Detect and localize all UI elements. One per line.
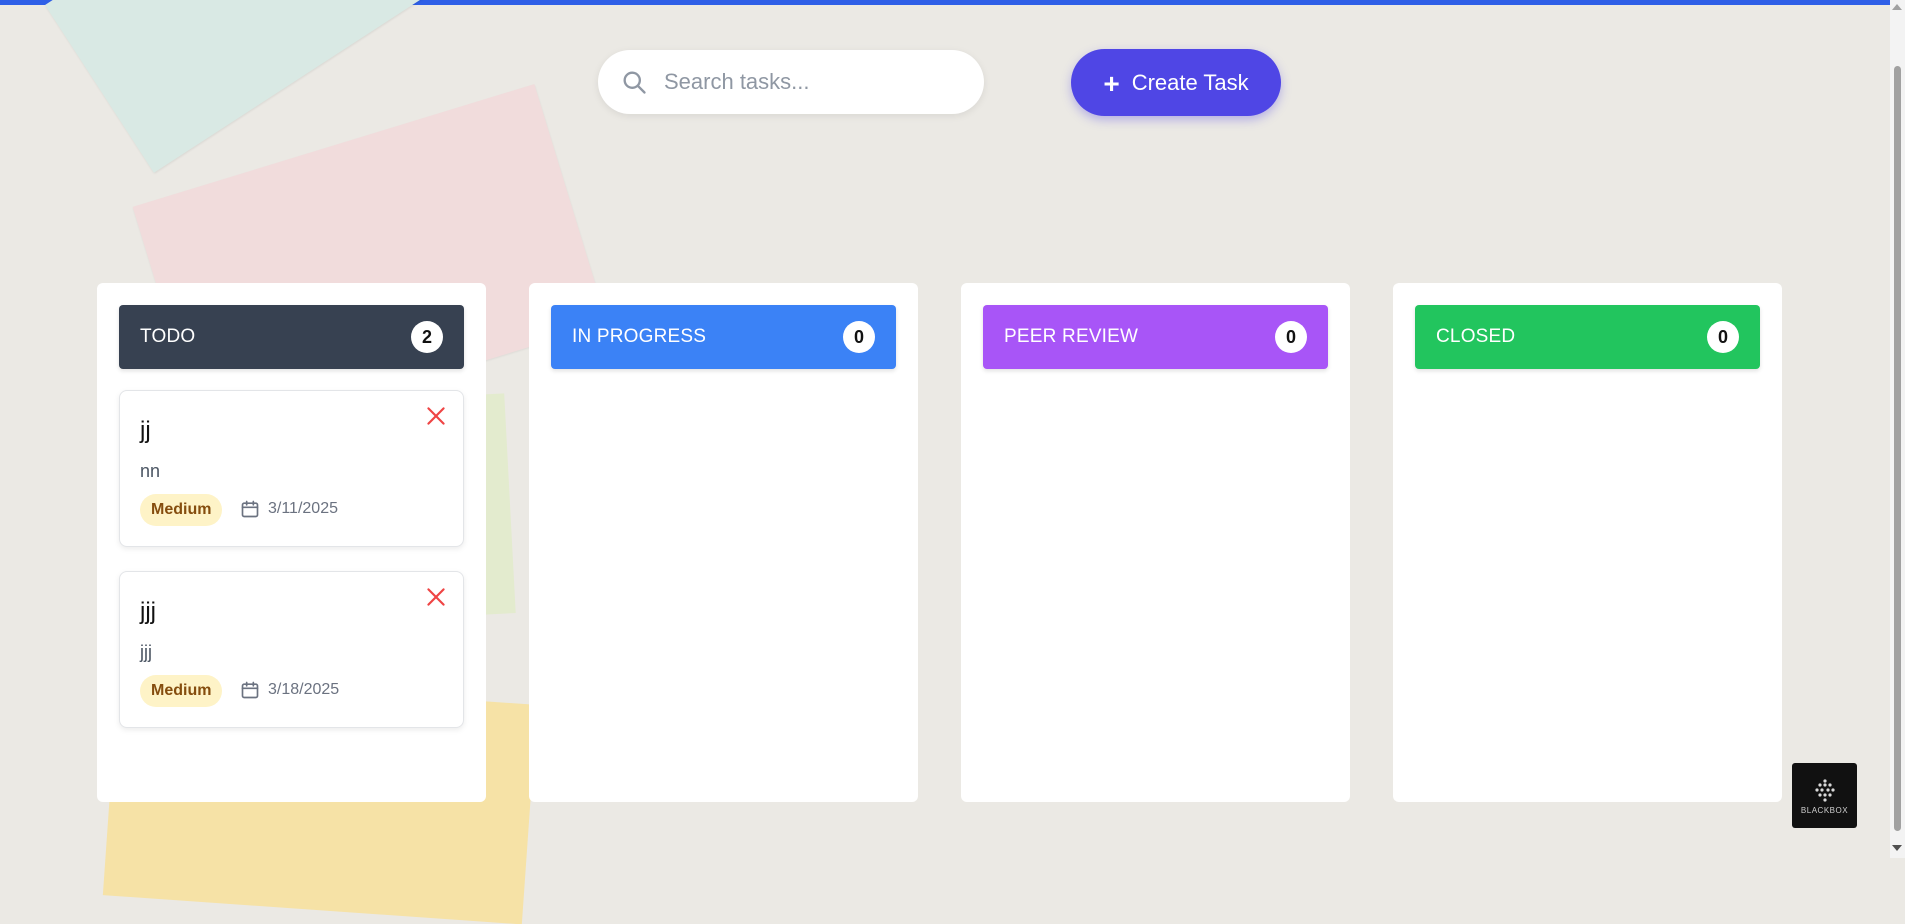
calendar-icon <box>241 500 259 518</box>
scrollbar-thumb[interactable] <box>1894 66 1901 831</box>
column-count-badge: 0 <box>1707 321 1739 353</box>
task-card[interactable]: jjj jjj Medium 3/18/2025 <box>119 571 464 728</box>
task-card[interactable]: jj nn Medium 3/11/2025 <box>119 390 464 547</box>
column-count-badge: 0 <box>843 321 875 353</box>
vertical-scrollbar[interactable] <box>1890 0 1905 858</box>
column-header-todo: TODO 2 <box>119 305 464 369</box>
calendar-icon <box>241 681 259 699</box>
search-icon <box>623 71 646 94</box>
scroll-down-arrow-icon[interactable] <box>1892 845 1902 851</box>
task-title: jj <box>140 417 151 444</box>
column-in-progress: IN PROGRESS 0 <box>529 283 918 802</box>
due-date-text: 3/18/2025 <box>268 681 340 698</box>
due-date-text: 3/11/2025 <box>268 500 338 517</box>
column-title: CLOSED <box>1436 326 1516 347</box>
scroll-up-arrow-icon[interactable] <box>1892 4 1902 10</box>
column-title: IN PROGRESS <box>572 326 707 347</box>
column-title: PEER REVIEW <box>1004 326 1139 347</box>
column-count-badge: 0 <box>1275 321 1307 353</box>
column-todo: TODO 2 jj nn Medium 3/11/2025 jjj jjj Me… <box>97 283 486 802</box>
create-task-button[interactable]: + Create Task <box>1071 49 1281 116</box>
column-peer-review: PEER REVIEW 0 <box>961 283 1350 802</box>
close-icon[interactable] <box>423 584 449 610</box>
plus-icon: + <box>1103 67 1120 99</box>
column-header-in-progress: IN PROGRESS 0 <box>551 305 896 369</box>
column-header-peer-review: PEER REVIEW 0 <box>983 305 1328 369</box>
priority-badge: Medium <box>140 494 223 526</box>
task-description: jjj <box>140 642 152 662</box>
blackbox-widget[interactable]: BLACKBOX <box>1792 763 1857 828</box>
blackbox-label: BLACKBOX <box>1800 806 1849 815</box>
column-header-closed: CLOSED 0 <box>1415 305 1760 369</box>
due-date: 3/11/2025 <box>240 499 338 519</box>
due-date: 3/18/2025 <box>240 680 339 700</box>
task-description: nn <box>140 461 161 481</box>
create-task-label: Create Task <box>1131 69 1249 95</box>
column-count-badge: 2 <box>411 321 443 353</box>
search-bar[interactable] <box>598 50 984 114</box>
priority-badge: Medium <box>140 675 223 707</box>
blackbox-logo-icon <box>1814 779 1835 802</box>
column-title: TODO <box>140 326 196 347</box>
close-icon[interactable] <box>423 403 449 429</box>
task-title: jjj <box>140 598 156 625</box>
search-input[interactable] <box>662 68 936 96</box>
column-closed: CLOSED 0 <box>1393 283 1782 802</box>
